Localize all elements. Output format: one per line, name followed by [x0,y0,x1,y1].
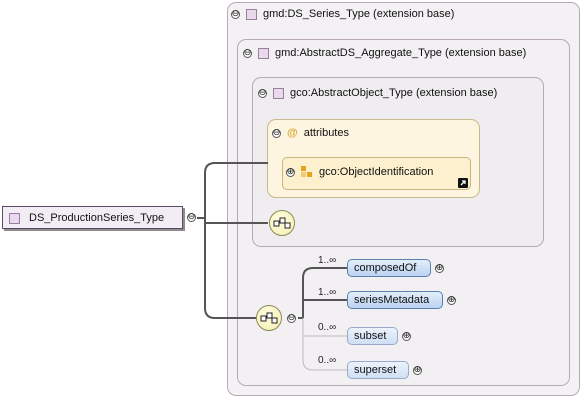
element-subset[interactable]: subset [347,327,398,345]
element-label: composedOf [354,262,417,274]
element-composed-of[interactable]: composedOf [347,259,431,277]
cardinality-label: 0..∞ [318,355,337,366]
collapse-toggle-icon[interactable]: ⊖ [287,314,296,323]
cardinality-label: 1..∞ [318,255,337,266]
element-series-metadata[interactable]: seriesMetadata [347,291,443,309]
expand-toggle-icon[interactable]: ⊕ [402,332,411,341]
element-label: superset [354,364,397,376]
element-label: seriesMetadata [354,294,430,306]
connector-lines [197,162,347,371]
cardinality-label: 0..∞ [318,322,337,333]
element-label: subset [354,330,387,342]
expand-toggle-icon[interactable]: ⊕ [413,366,422,375]
expand-toggle-icon[interactable]: ⊕ [435,264,444,273]
expand-toggle-icon[interactable]: ⊕ [447,296,456,305]
sequence-compositor-icon[interactable] [269,210,295,236]
element-superset[interactable]: superset [347,361,409,379]
cardinality-label: 1..∞ [318,287,337,298]
sequence-compositor-icon[interactable] [256,305,282,331]
